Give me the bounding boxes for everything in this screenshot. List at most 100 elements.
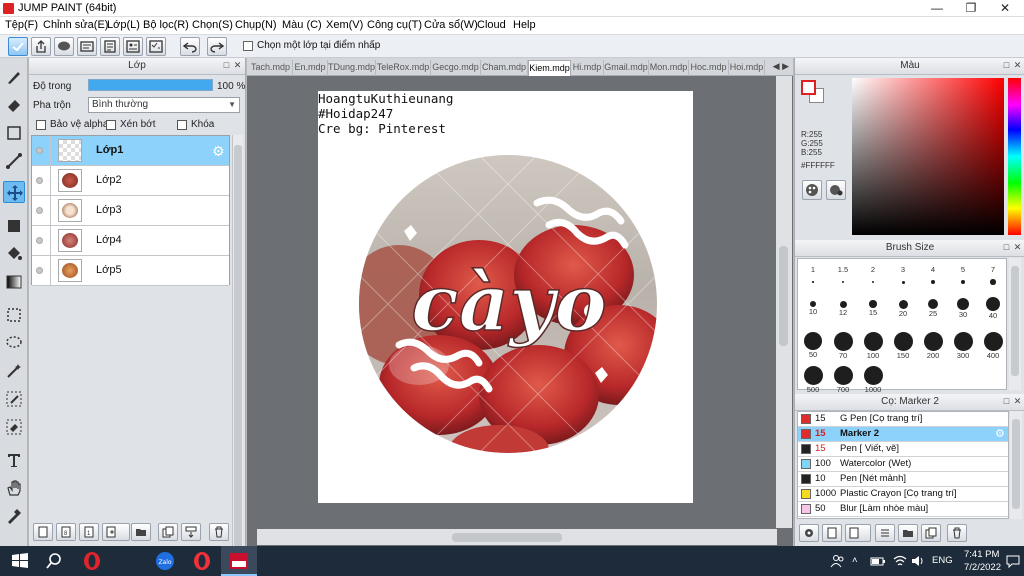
undock-icon[interactable]: □ xyxy=(222,61,231,70)
menu-file[interactable]: Tệp(F) xyxy=(5,19,38,31)
layer-row[interactable]: Lớp3 xyxy=(32,196,229,226)
select-rect-tool[interactable] xyxy=(3,304,25,326)
canvas-vertical-scrollbar[interactable] xyxy=(776,76,792,528)
rectangle-tool[interactable] xyxy=(3,122,25,144)
gradient-tool[interactable] xyxy=(3,271,25,293)
file-tab[interactable]: Cham.mdp xyxy=(481,60,528,76)
tray-chevron-icon[interactable]: ˄ xyxy=(852,555,858,566)
eyedropper-tool[interactable] xyxy=(3,505,25,527)
file-tab[interactable]: TDung.mdp xyxy=(328,60,376,76)
redo-button[interactable] xyxy=(207,37,227,56)
opera-icon[interactable] xyxy=(80,550,104,572)
select-eraser-tool[interactable] xyxy=(3,416,25,438)
export-button[interactable] xyxy=(31,37,51,56)
duplicate-layer-button[interactable] xyxy=(158,523,178,541)
clock-date[interactable]: 7/2/2022 xyxy=(964,562,1001,573)
page-button[interactable] xyxy=(100,37,120,56)
brush-size-option[interactable]: 200 xyxy=(919,331,947,360)
brush-size-option[interactable]: 1000 xyxy=(859,365,887,394)
clipping-checkbox[interactable] xyxy=(106,120,116,130)
pen-tool[interactable] xyxy=(3,66,25,88)
select-pen-tool[interactable] xyxy=(3,388,25,410)
zalo-icon[interactable]: Zalo xyxy=(153,550,177,572)
menu-view[interactable]: Xem(V) xyxy=(326,19,363,31)
brush-size-option[interactable]: 100 xyxy=(859,331,887,360)
file-tab[interactable]: Hoi.mdp xyxy=(729,60,765,76)
list-item[interactable]: 50 Blur [Làm nhòe màu] xyxy=(798,502,1008,517)
file-tab[interactable]: Gecgo.mdp xyxy=(431,60,481,76)
brush-size-option[interactable]: 500 xyxy=(799,365,827,394)
brush-size-option[interactable]: 50 xyxy=(799,331,827,359)
folder-button[interactable] xyxy=(131,523,151,541)
undock-icon[interactable]: □ xyxy=(1002,397,1011,406)
move-tool[interactable] xyxy=(3,181,25,203)
hand-tool[interactable] xyxy=(3,477,25,499)
brush-size-option[interactable]: 400 xyxy=(979,331,1007,360)
brush-size-option[interactable]: 40 xyxy=(979,297,1007,320)
menu-tools[interactable]: Công cụ(T) xyxy=(367,19,422,31)
brush-size-option[interactable]: 4 xyxy=(919,265,947,284)
brush-size-option[interactable]: 7 xyxy=(979,265,1007,285)
list-item[interactable]: 100 Watercolor (Wet) xyxy=(798,457,1008,472)
hue-slider[interactable] xyxy=(1008,78,1021,235)
brush-size-option[interactable]: 700 xyxy=(829,365,857,394)
panel-close-icon[interactable]: ✕ xyxy=(1013,397,1022,406)
eye-icon[interactable] xyxy=(36,147,43,154)
file-tab[interactable]: TeleRox.mdp xyxy=(376,60,431,76)
layer-row[interactable]: Lớp4 xyxy=(32,226,229,256)
new-1bit-layer-button[interactable]: 1 xyxy=(79,523,99,541)
file-tab[interactable]: Hi.mdp xyxy=(571,60,604,76)
brush-size-option[interactable]: 12 xyxy=(829,297,857,317)
text-frame-button[interactable] xyxy=(77,37,97,56)
panel-close-icon[interactable]: ✕ xyxy=(1013,61,1022,70)
brush-folder-button[interactable] xyxy=(898,524,918,542)
select-layer-checkbox[interactable] xyxy=(243,41,253,51)
list-item[interactable]: 1000 Plastic Crayon [Cọ trang trí] xyxy=(798,487,1008,502)
opera-gx-icon[interactable] xyxy=(190,550,214,572)
list-item[interactable]: 10 Pen [Nét mảnh] xyxy=(798,472,1008,487)
menu-filter[interactable]: Bộ lọc(R) xyxy=(143,19,189,31)
add-brush-dropdown[interactable] xyxy=(845,524,871,542)
undock-icon[interactable]: □ xyxy=(1002,61,1011,70)
eye-icon[interactable] xyxy=(36,177,43,184)
layer-scrollbar[interactable] xyxy=(232,135,243,575)
layer-row[interactable]: Lớp1 ⚙ xyxy=(32,136,229,166)
layer-row[interactable]: Lớp2 xyxy=(32,166,229,196)
wifi-icon[interactable] xyxy=(892,554,908,568)
canvas-horizontal-scrollbar[interactable] xyxy=(257,529,777,545)
brush-list-button[interactable] xyxy=(875,524,895,542)
panel-close-icon[interactable]: ✕ xyxy=(233,61,242,70)
brush-size-option[interactable]: 20 xyxy=(889,297,917,318)
eye-icon[interactable] xyxy=(36,267,43,274)
eye-icon[interactable] xyxy=(36,207,43,214)
brush-size-option[interactable]: 5 xyxy=(949,265,977,285)
people-icon[interactable] xyxy=(830,554,846,568)
copy-brush-button[interactable] xyxy=(822,524,842,542)
list-item[interactable]: 15 Pen [ Viết, vẽ] xyxy=(798,442,1008,457)
add-layer-dropdown[interactable] xyxy=(102,523,130,541)
tab-scroll-arrows[interactable]: ◀ ▶ xyxy=(773,61,789,72)
maximize-button[interactable]: ❐ xyxy=(954,0,988,17)
new-layer-button[interactable] xyxy=(33,523,53,541)
merge-layer-button[interactable] xyxy=(181,523,201,541)
gear-icon[interactable]: ⚙ xyxy=(995,427,1005,441)
eye-icon[interactable] xyxy=(36,237,43,244)
brush-size-option[interactable]: 2 xyxy=(859,265,887,284)
volume-icon[interactable] xyxy=(910,554,926,568)
file-tab-active[interactable]: Kiem.mdp xyxy=(528,60,571,76)
brush-size-option[interactable]: 150 xyxy=(889,331,917,360)
foreground-color-swatch[interactable] xyxy=(801,80,816,95)
close-button[interactable]: ✕ xyxy=(988,0,1022,17)
speech-bubble-button[interactable] xyxy=(54,37,74,56)
opacity-slider[interactable] xyxy=(88,79,213,91)
brush-size-option[interactable]: 1 xyxy=(799,265,827,283)
menu-select[interactable]: Chọn(S) xyxy=(192,19,233,31)
lock-checkbox[interactable] xyxy=(177,120,187,130)
brush-size-option[interactable]: 10 xyxy=(799,297,827,316)
palette-settings-button[interactable] xyxy=(826,180,846,200)
menu-edit[interactable]: Chỉnh sửa(E) xyxy=(43,19,108,31)
line-tool[interactable] xyxy=(3,150,25,172)
delete-brush-button[interactable] xyxy=(947,524,967,542)
gear-icon[interactable]: ⚙ xyxy=(212,143,225,160)
undock-icon[interactable]: □ xyxy=(1002,243,1011,252)
